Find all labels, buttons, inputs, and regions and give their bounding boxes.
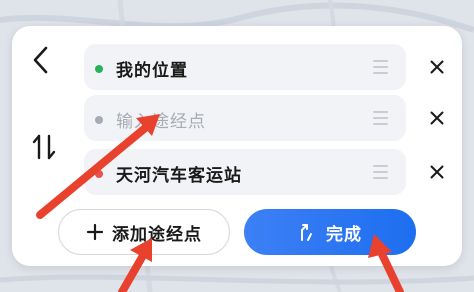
done-label: 完成 xyxy=(326,224,362,245)
close-icon xyxy=(430,60,444,74)
route-arrow-icon xyxy=(301,224,312,241)
close-icon xyxy=(430,111,444,125)
add-waypoint-label: 添加途经点 xyxy=(112,224,202,245)
plus-icon xyxy=(86,223,104,241)
remove-via-button[interactable] xyxy=(426,107,448,129)
drag-handle-icon[interactable] xyxy=(373,60,388,74)
close-icon xyxy=(430,165,444,179)
waypoint-input-row[interactable]: 输入途经点 xyxy=(84,95,406,141)
start-dot-icon xyxy=(95,65,103,73)
via-dot-icon xyxy=(95,116,103,124)
waypoint-text: 天河汽车客运站 xyxy=(116,166,242,186)
swap-button[interactable] xyxy=(28,130,60,164)
done-button[interactable]: 完成 xyxy=(244,209,416,255)
add-waypoint-button[interactable]: 添加途经点 xyxy=(58,209,230,255)
back-button[interactable] xyxy=(28,44,54,76)
drag-handle-icon[interactable] xyxy=(373,165,388,179)
waypoint-text: 我的位置 xyxy=(116,61,188,81)
swap-vertical-icon xyxy=(32,134,56,160)
remove-start-button[interactable] xyxy=(426,56,448,78)
remove-destination-button[interactable] xyxy=(426,161,448,183)
chevron-left-icon xyxy=(33,46,48,74)
waypoint-row-start[interactable]: 我的位置 xyxy=(84,44,406,90)
waypoint-row-destination[interactable]: 天河汽车客运站 xyxy=(84,149,406,195)
destination-dot-icon xyxy=(95,170,103,178)
waypoint-input-placeholder[interactable]: 输入途经点 xyxy=(116,107,206,132)
drag-handle-icon[interactable] xyxy=(373,111,388,125)
